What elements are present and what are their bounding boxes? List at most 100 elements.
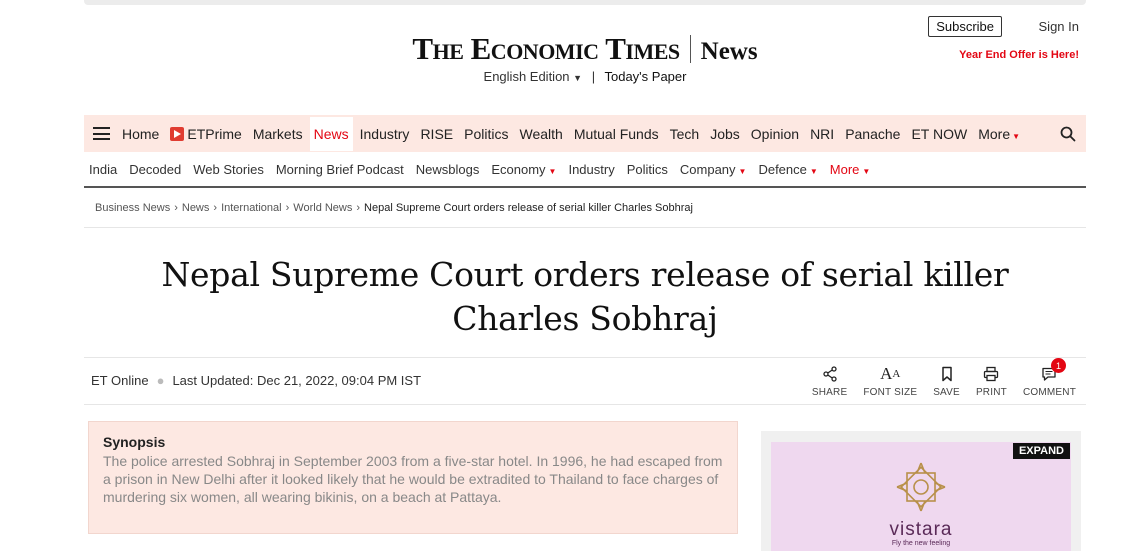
ad-container: vistara Fly the new feeling EXPAND xyxy=(761,431,1081,551)
logo-section: News xyxy=(700,38,758,65)
subnav-item-india[interactable]: India xyxy=(89,162,117,177)
font-glyph-large: A xyxy=(880,364,893,383)
nav-item-panache[interactable]: Panache xyxy=(845,126,900,142)
save-button[interactable]: SAVE xyxy=(933,364,960,398)
nav-item-tech[interactable]: Tech xyxy=(670,126,700,142)
nav-item-etprime[interactable]: ETPrime xyxy=(170,125,242,142)
nav-item-markets[interactable]: Markets xyxy=(253,126,303,142)
nav-item-more[interactable]: More ▼ xyxy=(978,126,1020,142)
nav-item-politics[interactable]: Politics xyxy=(464,126,508,142)
subnav-item-economy[interactable]: Economy ▼ xyxy=(491,162,556,177)
sub-nav: India Decoded Web Stories Morning Brief … xyxy=(84,152,1086,188)
comment-button[interactable]: 1 COMMENT xyxy=(1023,358,1076,398)
nav-item-rise[interactable]: RISE xyxy=(420,126,453,142)
expand-ad-button[interactable]: EXPAND xyxy=(1012,443,1070,459)
vistara-tagline: Fly the new feeling xyxy=(891,540,951,547)
subnav-item-company-label: Company xyxy=(679,161,736,177)
vistara-emblem-icon xyxy=(896,462,946,512)
subnav-item-web-stories[interactable]: Web Stories xyxy=(193,162,264,177)
breadcrumb-business-news[interactable]: Business News xyxy=(95,202,170,214)
subnav-item-politics[interactable]: Politics xyxy=(627,162,668,177)
article-headline: Nepal Supreme Court orders release of se… xyxy=(84,253,1086,341)
search-icon xyxy=(1060,126,1076,141)
nav-item-news[interactable]: News xyxy=(309,116,353,151)
nav-item-home[interactable]: Home xyxy=(122,126,159,142)
print-button[interactable]: PRINT xyxy=(976,364,1007,398)
nav-item-more-label: More xyxy=(978,125,1011,142)
edition-divider: | xyxy=(591,69,596,84)
breadcrumb-world-news[interactable]: World News xyxy=(293,202,352,214)
etprime-play-icon xyxy=(170,126,185,141)
caret-down-icon: ▼ xyxy=(548,166,557,176)
nav-item-opinion[interactable]: Opinion xyxy=(751,126,799,142)
subscribe-button[interactable]: Subscribe xyxy=(928,16,1002,37)
site-header: The Economic Times News English Edition ▼… xyxy=(84,5,1086,110)
subnav-item-defence-label: Defence xyxy=(758,161,807,177)
breadcrumb-separator: › xyxy=(213,202,218,214)
article-meta-bar: ET Online ● Last Updated: Dec 21, 2022, 09… xyxy=(84,357,1086,405)
share-button[interactable]: SHARE xyxy=(812,364,847,398)
save-label: SAVE xyxy=(933,387,960,398)
todays-paper-link[interactable]: Today's Paper xyxy=(604,69,686,84)
edition-bar: English Edition ▼ | Today's Paper xyxy=(84,69,1086,84)
caret-down-icon: ▼ xyxy=(573,73,583,83)
synopsis-text: The police arrested Sobhraj in September… xyxy=(103,453,723,505)
author-name[interactable]: ET Online xyxy=(91,373,149,388)
breadcrumb-separator: › xyxy=(356,202,361,214)
nav-item-jobs[interactable]: Jobs xyxy=(710,126,740,142)
subnav-item-more-label: More xyxy=(829,161,860,177)
subnav-item-defence[interactable]: Defence ▼ xyxy=(758,162,817,177)
bookmark-icon xyxy=(941,366,952,382)
subnav-item-newsblogs[interactable]: Newsblogs xyxy=(416,162,480,177)
nav-item-industry[interactable]: Industry xyxy=(360,126,410,142)
synopsis-box: Synopsis The police arrested Sobhraj in … xyxy=(88,421,738,534)
caret-down-icon: ▼ xyxy=(862,166,871,176)
byline: ET Online ● Last Updated: Dec 21, 2022, 09… xyxy=(91,373,421,388)
font-size-button[interactable]: AA FONT SIZE xyxy=(863,364,917,398)
breadcrumb-news[interactable]: News xyxy=(182,202,210,214)
main-nav: Home ETPrime Markets News Industry RISE … xyxy=(84,115,1086,152)
breadcrumb-separator: › xyxy=(285,202,290,214)
share-icon xyxy=(822,366,837,382)
nav-item-etprime-label: ETPrime xyxy=(187,125,242,142)
sign-in-link[interactable]: Sign In xyxy=(1039,19,1079,34)
edition-selector[interactable]: English Edition ▼ xyxy=(484,69,583,84)
search-button[interactable] xyxy=(1050,115,1086,152)
year-end-offer-link[interactable]: Year End Offer is Here! xyxy=(959,49,1079,61)
subnav-item-economy-label: Economy xyxy=(491,161,546,177)
print-icon xyxy=(984,366,999,382)
share-label: SHARE xyxy=(811,387,848,398)
caret-down-icon: ▼ xyxy=(809,166,818,176)
logo-brand: The Economic Times xyxy=(412,31,680,66)
nav-item-mutual-funds[interactable]: Mutual Funds xyxy=(574,126,659,142)
subnav-item-industry[interactable]: Industry xyxy=(568,162,614,177)
comment-count-badge: 1 xyxy=(1051,358,1066,373)
logo-divider xyxy=(689,35,691,63)
edition-label: English Edition xyxy=(483,69,570,84)
font-size-label: FONT SIZE xyxy=(863,387,918,398)
last-updated: Last Updated: Dec 21, 2022, 09:04 PM IST xyxy=(172,373,422,388)
byline-dot: ● xyxy=(156,373,165,388)
headline-line-2: Charles Sobhraj xyxy=(452,299,718,338)
vistara-brand: vistara xyxy=(889,519,953,540)
breadcrumb-current: Nepal Supreme Court orders release of se… xyxy=(364,202,693,214)
caret-down-icon: ▼ xyxy=(1012,131,1021,141)
subnav-item-more[interactable]: More ▼ xyxy=(830,162,871,177)
article-tools: SHARE AA FONT SIZE SAVE PRINT 1 COMMENT xyxy=(796,358,1076,398)
print-label: PRINT xyxy=(975,387,1007,398)
nav-item-wealth[interactable]: Wealth xyxy=(519,126,562,142)
breadcrumb-separator: › xyxy=(174,202,178,214)
caret-down-icon: ▼ xyxy=(738,166,747,176)
breadcrumb-international[interactable]: International xyxy=(221,202,282,214)
synopsis-title: Synopsis xyxy=(103,434,166,450)
hamburger-menu-icon[interactable] xyxy=(93,127,110,140)
subnav-item-company[interactable]: Company ▼ xyxy=(680,162,747,177)
headline-line-1: Nepal Supreme Court orders release of se… xyxy=(161,255,1009,294)
font-glyph-small: A xyxy=(892,368,901,380)
nav-item-etnow[interactable]: ET NOW xyxy=(911,126,967,142)
font-size-icon: AA xyxy=(880,364,900,384)
nav-item-nri[interactable]: NRI xyxy=(810,126,834,142)
subnav-item-morning-brief[interactable]: Morning Brief Podcast xyxy=(276,162,404,177)
breadcrumb: Business News › News › International › World N… xyxy=(84,190,1086,228)
subnav-item-decoded[interactable]: Decoded xyxy=(129,162,181,177)
